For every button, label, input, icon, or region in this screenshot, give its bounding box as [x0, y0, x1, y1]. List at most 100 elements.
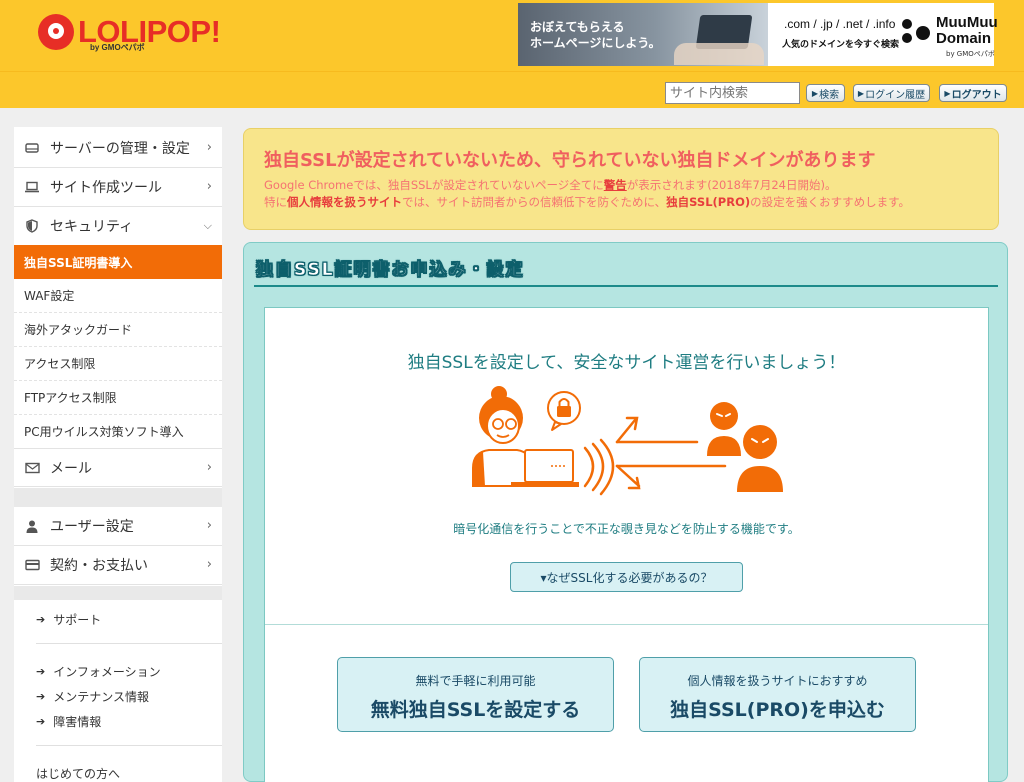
logout-label: ログアウト — [951, 89, 1002, 101]
ssl-content-box: 独自SSLを設定して、安全なサイト運営を行いましょう！ 暗号化通信を行うことで不… — [264, 307, 989, 782]
muumuu-banner[interactable]: おぼえてもらえる ホームページにしよう。 .com / .jp / .net /… — [518, 3, 998, 66]
sidebar-link-beginners[interactable]: はじめての方へ — [36, 765, 120, 782]
warning-text: では、サイト訪問者からの信頼低下を防ぐために、 — [402, 195, 667, 209]
link-label: サポート — [53, 613, 102, 627]
search-button[interactable]: ▶ 検索 — [806, 84, 845, 102]
logout-button[interactable]: ▶ ログアウト — [939, 84, 1007, 102]
sidebar-sub-attack-guard[interactable]: 海外アタックガード — [14, 313, 222, 347]
ssl-illustration — [472, 386, 783, 496]
sidebar-item-site-tool[interactable]: サイト作成ツール › — [14, 168, 222, 207]
sidebar-divider — [36, 745, 222, 746]
sidebar-sub-label: WAF設定 — [24, 289, 75, 303]
user-icon — [14, 520, 50, 533]
sidebar-item-mail[interactable]: メール › — [14, 448, 222, 487]
free-ssl-title: 無料独自SSLを設定する — [370, 699, 581, 721]
shield-icon — [14, 219, 50, 233]
card-icon — [14, 559, 50, 571]
sidebar-divider — [36, 643, 222, 644]
sidebar-sub-ssl[interactable]: 独自SSL証明書導入 — [14, 245, 222, 279]
sidebar-item-label: ユーザー設定 — [50, 519, 134, 535]
mail-icon — [14, 462, 50, 474]
muumuu-brand-name: MuuMuu Domain — [936, 15, 998, 47]
banner-line-1: おぼえてもらえる — [530, 20, 625, 34]
chevron-right-icon: › — [206, 557, 212, 572]
sidebar-link-information[interactable]: ➔ インフォメーション — [36, 663, 161, 680]
why-ssl-label: ▾なぜSSL化する必要があるの？ — [540, 570, 713, 585]
free-ssl-button[interactable]: 無料で手軽に利用可能 無料独自SSLを設定する — [337, 657, 614, 732]
pro-ssl-button[interactable]: 個人情報を扱うサイトにおすすめ 独自SSL(PRO)を申込む — [639, 657, 916, 732]
sidebar-item-contract[interactable]: 契約・お支払い › — [14, 546, 222, 585]
sidebar-sub-access-limit[interactable]: アクセス制限 — [14, 347, 222, 381]
free-ssl-subtitle: 無料で手軽に利用可能 — [415, 674, 536, 688]
sidebar-item-user[interactable]: ユーザー設定 › — [14, 507, 222, 546]
why-ssl-toggle-button[interactable]: ▾なぜSSL化する必要があるの？ — [510, 562, 743, 592]
sidebar-sub-waf[interactable]: WAF設定 — [14, 279, 222, 313]
warning-text: 特に — [264, 195, 287, 209]
panel-divider — [254, 285, 998, 287]
warning-emphasis: 個人情報を扱うサイト — [287, 195, 402, 209]
sidebar-sub-label: 独自SSL証明書導入 — [24, 255, 133, 270]
arrow-right-icon: ▶ — [811, 88, 819, 98]
chevron-right-icon: › — [206, 179, 212, 194]
sidebar-item-label: メール — [50, 460, 92, 477]
brand-sub: by GMOペパボ — [946, 50, 995, 58]
chevron-right-icon: › — [206, 140, 212, 155]
ssl-panel: 独自SSL証明書お申込み・設定 独自SSLを設定して、安全なサイト運営を行いまし… — [243, 242, 1008, 782]
laptop-icon — [14, 181, 50, 193]
muumuu-logo-icon — [902, 19, 932, 47]
link-label: はじめての方へ — [36, 767, 121, 781]
sidebar-link-support[interactable]: ➔ サポート — [36, 611, 101, 628]
sidebar-item-server[interactable]: サーバーの管理・設定 › — [14, 129, 222, 168]
sidebar-item-label: セキュリティ — [50, 219, 134, 235]
pro-ssl-subtitle: 個人情報を扱うサイトにおすすめ — [687, 674, 868, 688]
arrow-right-icon: ➔ — [36, 690, 46, 703]
sidebar-link-maintenance[interactable]: ➔ メンテナンス情報 — [36, 688, 149, 705]
sidebar-sub-label: PC用ウイルス対策ソフト導入 — [24, 425, 184, 439]
server-icon — [14, 142, 50, 154]
sidebar-link-trouble[interactable]: ➔ 障害情報 — [36, 713, 101, 730]
content-divider — [265, 624, 988, 625]
brand-line-1: MuuMuu — [936, 14, 998, 31]
sidebar-sub-label: アクセス制限 — [24, 357, 96, 371]
sidebar-item-label: サーバーの管理・設定 — [50, 141, 190, 157]
sidebar-item-label: サイト作成ツール — [50, 180, 162, 196]
sidebar: サーバーの管理・設定 › サイト作成ツール › セキュリティ ⌵ 独自SSL証明… — [14, 127, 222, 782]
banner-domains-sub: 人気のドメインを今すぐ検索 — [782, 40, 900, 50]
site-search-input[interactable] — [665, 82, 800, 104]
chevron-right-icon: › — [206, 460, 212, 475]
logo-sub: by GMOペパボ — [90, 43, 145, 52]
header-divider — [0, 71, 1024, 72]
ssl-warning-box: 独自SSLが設定されていないため、守られていない独自ドメインがあります Goog… — [243, 128, 999, 230]
sidebar-sub-antivirus[interactable]: PC用ウイルス対策ソフト導入 — [14, 415, 222, 449]
sidebar-item-label: 契約・お支払い — [50, 558, 148, 574]
hands-image — [674, 43, 764, 65]
chevron-right-icon: › — [206, 518, 212, 533]
link-label: 障害情報 — [53, 715, 102, 729]
brand-line-2: Domain — [936, 30, 992, 47]
panel-title: 独自SSL証明書お申込み・設定 — [256, 260, 525, 281]
warning-text: Google Chromeでは、独自SSLが設定されていないページ全てに — [264, 178, 604, 192]
arrow-right-icon: ➔ — [36, 613, 46, 626]
search-button-label: 検索 — [819, 89, 840, 101]
warning-link-keikoku[interactable]: 警告 — [604, 178, 627, 192]
ssl-headline: 独自SSLを設定して、安全なサイト運営を行いましょう！ — [407, 353, 846, 373]
login-history-label: ログイン履歴 — [865, 89, 926, 101]
banner-photo: おぼえてもらえる ホームページにしよう。 — [518, 3, 768, 66]
sidebar-sub-ftp-limit[interactable]: FTPアクセス制限 — [14, 381, 222, 415]
warning-line-2: 特に個人情報を扱うサイトでは、サイト訪問者からの信頼低下を防ぐために、独自SSL… — [264, 194, 910, 210]
warning-title: 独自SSLが設定されていないため、守られていない独自ドメインがあります — [264, 150, 876, 171]
sidebar-item-security[interactable]: セキュリティ ⌵ — [14, 207, 222, 246]
banner-line-2: ホームページにしよう。 — [530, 36, 661, 50]
chevron-down-icon: ⌵ — [203, 219, 212, 232]
ssl-description: 暗号化通信を行うことで不正な覗き見などを防止する機能です。 — [453, 522, 800, 536]
warning-text: の設定を強くおすすめします。 — [750, 195, 910, 209]
sidebar-sub-label: FTPアクセス制限 — [24, 391, 117, 405]
link-label: インフォメーション — [53, 665, 161, 679]
lock-icon — [547, 391, 581, 431]
login-history-button[interactable]: ▶ ログイン履歴 — [853, 84, 930, 102]
link-label: メンテナンス情報 — [53, 690, 149, 704]
banner-catchcopy: おぼえてもらえる ホームページにしよう。 — [530, 19, 661, 51]
pro-ssl-title: 独自SSL(PRO)を申込む — [670, 699, 885, 721]
warning-text: が表示されます(2018年7月24日開始)。 — [626, 178, 837, 192]
banner-brand: .com / .jp / .net / .info 人気のドメインを今すぐ検索 … — [768, 3, 998, 66]
